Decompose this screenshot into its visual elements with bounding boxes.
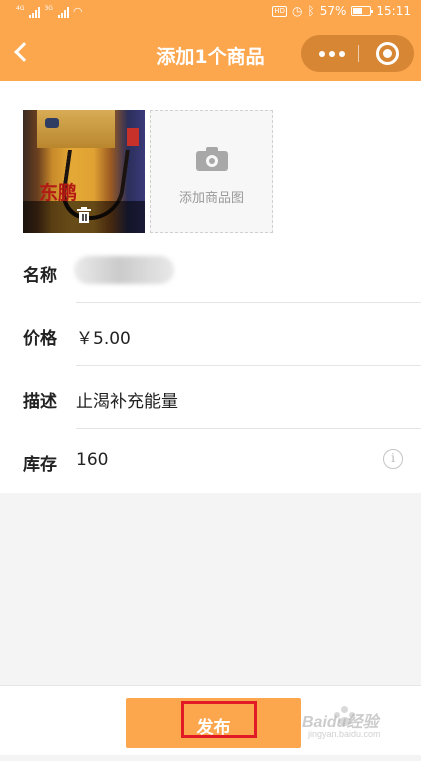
watermark-url: jingyan.baidu.com: [308, 729, 381, 739]
stock-field[interactable]: 160: [76, 450, 108, 470]
status-left: 4G 3G ◠: [16, 5, 83, 18]
form-row-name: 名称: [0, 239, 421, 303]
bluetooth-icon: ᛒ: [307, 4, 315, 18]
signal-tag-1: 4G: [16, 5, 25, 12]
camera-icon: [196, 147, 228, 171]
signal-tag-2: 3G: [44, 5, 53, 12]
form-row-price: 价格 ￥5.00: [0, 302, 421, 366]
publish-button[interactable]: 发布: [126, 698, 301, 748]
signal-icon: [57, 7, 69, 18]
description-label: 描述: [23, 392, 57, 412]
photo-red-block: [127, 128, 139, 146]
add-photo-label: 添加商品图: [178, 191, 244, 206]
battery-percent: 57%: [319, 4, 347, 18]
battery-icon: [351, 6, 374, 16]
more-dots-icon[interactable]: [319, 51, 345, 57]
photo-label-band: [37, 110, 115, 148]
form-row-stock: 库存 160 i: [0, 428, 421, 492]
capsule-divider: [358, 45, 359, 62]
hd-badge: HD: [272, 5, 288, 17]
paw-icon: [334, 706, 356, 726]
price-label: 价格: [23, 329, 57, 349]
status-time: 15:11: [376, 4, 411, 18]
product-form: 东鹏 添加商品图 名称 价格 ￥5.00 描述 止渴补充能量 库存 160 i: [0, 81, 421, 493]
status-bar: 4G 3G ◠ HD ◷ ᛒ 57% 15:11: [0, 0, 421, 24]
close-target-icon[interactable]: [376, 42, 399, 65]
bottom-action-bar: 发布 Baidu经验 jingyan.baidu.com: [0, 685, 421, 755]
mini-program-capsule: [301, 35, 414, 72]
photo-logo: [45, 118, 59, 128]
wifi-icon: ◠: [72, 5, 83, 18]
signal-icon: [29, 7, 41, 18]
price-field[interactable]: ￥5.00: [76, 324, 131, 349]
status-right: HD ◷ ᛒ 57% 15:11: [272, 4, 411, 18]
stock-label: 库存: [23, 455, 57, 475]
product-photo[interactable]: 东鹏: [23, 110, 145, 233]
publish-label: 发布: [196, 718, 231, 738]
trash-icon[interactable]: [77, 207, 91, 224]
battery-fill: [353, 8, 363, 14]
bottom-strip: [0, 755, 421, 761]
alarm-icon: ◷: [292, 4, 303, 18]
form-row-description: 描述 止渴补充能量: [0, 365, 421, 429]
add-photo-button[interactable]: 添加商品图: [150, 110, 273, 233]
nav-bar: 添加1个商品: [0, 24, 421, 81]
info-icon[interactable]: i: [383, 449, 403, 469]
name-label: 名称: [23, 266, 57, 286]
name-field[interactable]: [74, 256, 174, 284]
description-field[interactable]: 止渴补充能量: [76, 387, 178, 412]
